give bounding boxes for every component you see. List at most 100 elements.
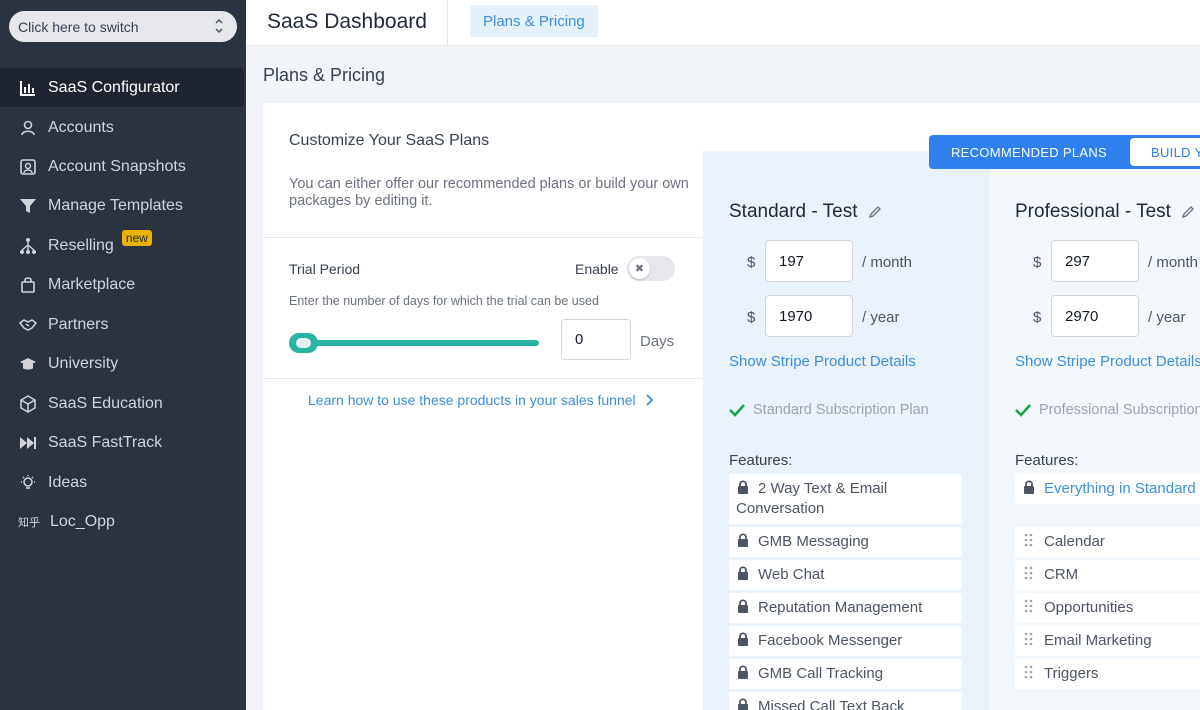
subscription-plan: Professional Subscription Plan	[1015, 402, 1200, 418]
sidebar-item-loc-opp[interactable]: 知乎 Loc_Opp	[0, 502, 246, 541]
trial-help-text: Enter the number of days for which the t…	[289, 294, 599, 308]
snapshot-icon	[18, 157, 38, 177]
yearly-price-input[interactable]: 1970	[765, 295, 853, 337]
network-icon	[18, 236, 38, 256]
feature-label: Opportunities	[1044, 599, 1134, 616]
graduation-cap-icon	[18, 354, 38, 374]
top-bar: SaaS Dashboard Plans & Pricing	[246, 0, 1200, 46]
sidebar-item-label: SaaS Education	[48, 394, 163, 412]
sidebar-item-manage-templates[interactable]: Manage Templates	[0, 186, 246, 225]
monthly-price-input[interactable]: 197	[765, 240, 853, 282]
sidebar-item-label: Marketplace	[48, 275, 136, 293]
feature-label: Email Marketing	[1044, 632, 1152, 649]
monthly-price-input[interactable]: 297	[1051, 240, 1139, 282]
feature-item[interactable]: Facebook Messenger	[729, 626, 962, 656]
sidebar-item-label: University	[48, 354, 119, 372]
subscription-plan: Standard Subscription Plan	[729, 402, 929, 418]
shopping-bag-icon	[18, 275, 38, 295]
bar-chart-icon	[18, 78, 38, 98]
yearly-price-input[interactable]: 2970	[1051, 295, 1139, 337]
sidebar-item-label: Loc_Opp	[50, 512, 115, 530]
feature-item[interactable]: Reputation Management	[729, 593, 962, 623]
plan-card-standard: Standard - Test $ 197 / month $ 1970 / y…	[703, 151, 989, 710]
drag-handle-icon[interactable]	[1022, 665, 1036, 679]
subscription-plan-label: Standard Subscription Plan	[753, 402, 929, 418]
feature-item[interactable]: GMB Messaging	[729, 527, 962, 557]
sidebar-item-label: SaaS Configurator	[48, 78, 180, 96]
plan-name: Standard - Test	[729, 201, 882, 223]
drag-handle-icon[interactable]	[1022, 632, 1036, 646]
feature-label: Web Chat	[758, 566, 825, 583]
feature-item-everything[interactable]: Everything in Standard - Test +	[1015, 474, 1200, 504]
plan-name-label: Standard - Test	[729, 201, 858, 222]
pencil-icon[interactable]	[868, 205, 882, 219]
feature-label: Facebook Messenger	[758, 632, 903, 649]
trial-period-label: Trial Period	[289, 261, 361, 277]
tab-plans-pricing[interactable]: Plans & Pricing	[470, 5, 598, 37]
feature-label: Calendar	[1044, 533, 1105, 550]
features-label: Features:	[729, 452, 793, 469]
sidebar-item-accounts[interactable]: Accounts	[0, 108, 246, 147]
slider-handle[interactable]	[289, 333, 318, 353]
sidebar-item-label: Ideas	[48, 473, 88, 491]
sidebar-item-reselling[interactable]: Reselling new	[0, 226, 246, 265]
feature-label: GMB Call Tracking	[758, 665, 884, 682]
feature-label: GMB Messaging	[758, 533, 869, 550]
trial-days-input[interactable]: 0	[561, 319, 631, 360]
trial-enable-toggle[interactable]: ✖	[627, 256, 675, 281]
feature-label: CRM	[1044, 566, 1079, 583]
currency-symbol: $	[747, 254, 756, 271]
sidebar: Click here to switch SaaS Configurator A…	[0, 0, 246, 710]
customize-description: You can either offer our recommended pla…	[289, 176, 689, 209]
build-your-own-button[interactable]: BUILD YOUR OWN	[1130, 138, 1200, 166]
switcher-label: Click here to switch	[18, 18, 139, 35]
trial-days-slider[interactable]	[291, 340, 539, 346]
feature-item[interactable]: 2 Way Text & Email Conversation	[729, 474, 962, 524]
divider	[263, 378, 703, 379]
yearly-period-label: / year	[862, 309, 900, 326]
drag-handle-icon[interactable]	[1022, 533, 1036, 547]
feature-item[interactable]: Opportunities	[1015, 593, 1200, 623]
sidebar-item-saas-education[interactable]: SaaS Education	[0, 384, 246, 423]
monthly-period-label: / month	[1148, 254, 1199, 271]
new-badge: new	[121, 229, 152, 246]
sidebar-item-account-snapshots[interactable]: Account Snapshots	[0, 147, 246, 186]
feature-item[interactable]: CRM	[1015, 560, 1200, 590]
chevron-updown-icon	[215, 18, 223, 34]
feature-item[interactable]: Missed Call Text Back	[729, 692, 962, 710]
plans-card: Customize Your SaaS Plans You can either…	[263, 103, 1200, 710]
cube-icon	[18, 394, 38, 414]
header-divider	[447, 0, 448, 46]
lock-icon	[738, 665, 748, 679]
divider	[263, 237, 703, 238]
user-icon	[18, 118, 38, 138]
sidebar-item-saas-configurator[interactable]: SaaS Configurator	[0, 68, 244, 107]
sidebar-item-university[interactable]: University	[0, 344, 246, 383]
sidebar-item-saas-fasttrack[interactable]: SaaS FastTrack	[0, 423, 246, 462]
drag-handle-icon[interactable]	[1022, 599, 1036, 613]
recommended-plans-button[interactable]: RECOMMENDED PLANS	[929, 135, 1129, 169]
currency-symbol: $	[1033, 254, 1042, 271]
sidebar-item-partners[interactable]: Partners	[0, 305, 246, 344]
sidebar-item-marketplace[interactable]: Marketplace	[0, 265, 246, 304]
pencil-icon[interactable]	[1181, 205, 1195, 219]
lightbulb-icon	[18, 473, 38, 493]
account-switcher[interactable]: Click here to switch	[9, 11, 237, 42]
feature-item[interactable]: Email Marketing	[1015, 626, 1200, 656]
drag-handle-icon[interactable]	[1022, 566, 1036, 580]
feature-item[interactable]: Calendar	[1015, 527, 1200, 557]
page-title: Plans & Pricing	[263, 65, 386, 85]
sidebar-item-ideas[interactable]: Ideas	[0, 463, 246, 502]
feature-item[interactable]: Web Chat	[729, 560, 962, 590]
close-icon: ✖	[629, 258, 650, 279]
chevron-right-icon	[646, 394, 653, 406]
stripe-details-link[interactable]: Show Stripe Product Details	[1015, 353, 1200, 370]
feature-item[interactable]: Triggers	[1015, 659, 1200, 689]
app-title: SaaS Dashboard	[267, 10, 427, 33]
stripe-details-link[interactable]: Show Stripe Product Details	[729, 353, 916, 370]
sidebar-item-label: Manage Templates	[48, 196, 183, 214]
learn-funnel-link[interactable]: Learn how to use these products in your …	[308, 392, 653, 408]
feature-item[interactable]: GMB Call Tracking	[729, 659, 962, 689]
monthly-period-label: / month	[862, 254, 913, 271]
currency-symbol: $	[747, 309, 756, 326]
